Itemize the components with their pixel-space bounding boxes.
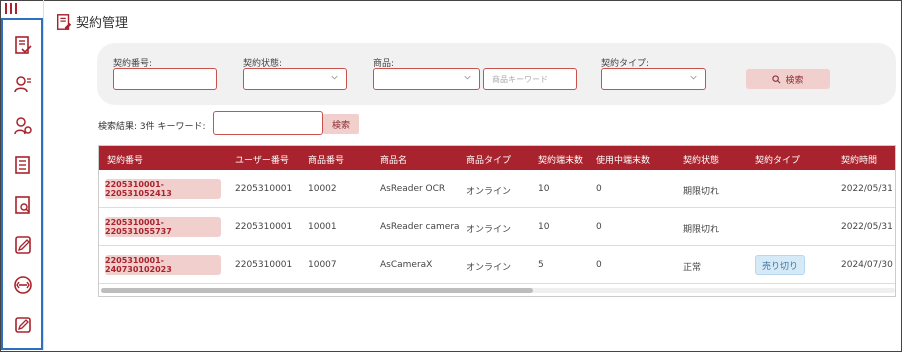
column-header: 使用中端末数 [596, 156, 651, 166]
contract-status: 正常 [683, 263, 702, 273]
scrollbar-thumb[interactable] [101, 288, 533, 293]
sidebar-item-user-settings[interactable] [12, 115, 34, 137]
product-keyword-input[interactable]: 商品キーワード [483, 68, 577, 90]
contract-time: 2024/07/30 (G [841, 260, 895, 270]
contracts-table: 契約番号 ユーザー番号 商品番号 商品名 商品タイプ 契約端末数 使用中端末数 … [98, 145, 896, 297]
search-icon [772, 74, 781, 83]
contract-no-input[interactable] [113, 68, 217, 90]
product-number: 10007 [308, 260, 337, 270]
product-number: 10001 [308, 222, 337, 232]
in-use-count: 0 [596, 184, 602, 194]
page-title: 契約管理 [76, 16, 129, 31]
user-number: 2205310001 [235, 184, 293, 194]
product-name: AsReader OCR [380, 184, 446, 194]
sidebar-item-users[interactable] [12, 73, 34, 95]
terminal-count: 10 [538, 222, 550, 232]
column-header: 契約タイプ [755, 156, 801, 166]
user-settings-icon [14, 117, 32, 135]
contract-type-badge: 売り切り [755, 255, 805, 275]
product-type: オンライン [466, 263, 512, 273]
sidebar-item-documents[interactable] [12, 154, 34, 176]
table-row: 2205310001-220531055737 2205310001 10001… [99, 208, 895, 246]
edit-icon [15, 317, 31, 333]
sidebar-item-edit[interactable] [12, 314, 34, 336]
contract-number-link[interactable]: 2205310001-220531052413 [105, 179, 221, 199]
contract-status: 期限切れ [683, 187, 720, 197]
product-keyword-placeholder: 商品キーワード [492, 74, 548, 84]
page-header: 契約管理 [55, 12, 128, 31]
user-list-icon [14, 76, 31, 93]
sidebar-item-edit-documents[interactable] [12, 234, 34, 256]
contract-document-icon [56, 13, 72, 30]
column-header: 商品番号 [308, 156, 345, 166]
contract-status-select[interactable] [243, 68, 347, 90]
document-list-icon [15, 156, 30, 174]
document-search-icon [15, 196, 30, 214]
menu-icon[interactable] [5, 3, 19, 15]
column-header: 契約番号 [107, 156, 144, 166]
in-use-count: 0 [596, 260, 602, 270]
sidebar-item-contract[interactable] [12, 34, 34, 56]
table-row: 2205310001-220531052413 2205310001 10002… [99, 170, 895, 208]
sidebar-divider [43, 0, 44, 350]
column-header: 契約状態 [683, 156, 720, 166]
product-number: 10002 [308, 184, 337, 194]
sidebar [1, 18, 43, 350]
user-number: 2205310001 [235, 260, 293, 270]
column-header: ユーザー番号 [235, 156, 289, 166]
chevron-down-icon [331, 75, 338, 80]
link-icon [14, 276, 32, 294]
terminal-count: 5 [538, 260, 544, 270]
column-header: 商品名 [380, 156, 408, 166]
contract-time: 2022/05/31 (G [841, 222, 895, 232]
keyword-input[interactable] [213, 111, 323, 135]
search-button-label: 検索 [785, 75, 804, 86]
table-row: 2205310001-240730102023 2205310001 10007… [99, 246, 895, 284]
keyword-search-button[interactable]: 検索 [323, 114, 359, 134]
column-header: 契約端末数 [538, 156, 584, 166]
contract-time: 2022/05/31 (G [841, 184, 895, 194]
chevron-down-icon [690, 75, 697, 80]
column-header: 契約時間 [841, 156, 878, 166]
user-number: 2205310001 [235, 222, 293, 232]
search-button[interactable]: 検索 [746, 69, 830, 89]
contract-number-link[interactable]: 2205310001-240730102023 [105, 255, 221, 275]
in-use-count: 0 [596, 222, 602, 232]
product-type: オンライン [466, 187, 512, 197]
result-summary: 検索結果: 3件 キーワード: [98, 122, 206, 132]
edit-document-icon [15, 236, 31, 254]
chevron-down-icon [464, 75, 471, 80]
column-header: 商品タイプ [466, 156, 512, 166]
contract-number-link[interactable]: 2205310001-220531055737 [105, 217, 221, 237]
product-name: AsReader camera [380, 222, 460, 232]
contract-type-select[interactable] [601, 68, 706, 90]
table-header: 契約番号 ユーザー番号 商品番号 商品名 商品タイプ 契約端末数 使用中端末数 … [99, 146, 895, 170]
product-select[interactable] [373, 68, 480, 90]
sidebar-item-document-search[interactable] [12, 194, 34, 216]
contract-status: 期限切れ [683, 225, 720, 235]
product-type: オンライン [466, 225, 512, 235]
sidebar-item-link[interactable] [12, 274, 34, 296]
terminal-count: 10 [538, 184, 550, 194]
product-name: AsCameraX [380, 260, 433, 270]
horizontal-scrollbar[interactable] [101, 288, 895, 293]
contract-check-icon [15, 36, 32, 54]
